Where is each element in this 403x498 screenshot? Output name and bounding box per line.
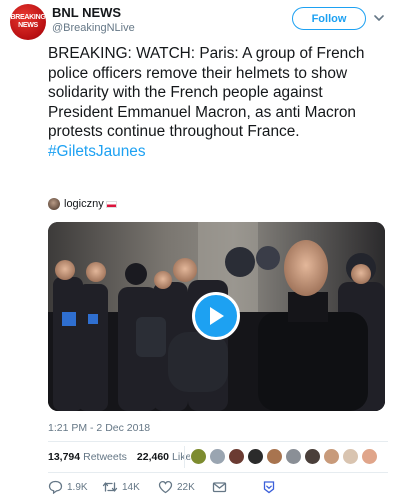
retweet-icon xyxy=(102,482,118,492)
liker-avatar[interactable] xyxy=(285,448,302,465)
hashtag-link[interactable]: #GiletsJaunes xyxy=(48,143,146,160)
liker-avatar[interactable] xyxy=(361,448,378,465)
retweet-action[interactable]: 14K xyxy=(102,480,140,494)
divider xyxy=(48,441,388,442)
reply-action[interactable]: 1.9K xyxy=(48,480,88,494)
tweet-text: BREAKING: WATCH: Paris: A group of Frenc… xyxy=(48,44,388,161)
like-action[interactable]: 22K xyxy=(158,480,195,494)
heart-icon xyxy=(158,480,173,494)
tagged-user-name: logiczny xyxy=(64,198,104,210)
bookmark-icon xyxy=(263,481,275,494)
tweet-actions: 1.9K 14K 22K xyxy=(48,480,388,496)
play-icon xyxy=(210,307,224,325)
tagged-user-avatar xyxy=(48,198,60,210)
retweets-label: Retweets xyxy=(83,451,127,463)
poland-flag-icon xyxy=(105,200,117,208)
divider xyxy=(184,446,185,468)
liker-avatar[interactable] xyxy=(228,448,245,465)
retweets-stat[interactable]: 13,794 Retweets xyxy=(48,451,127,463)
play-button[interactable] xyxy=(192,292,240,340)
like-count: 22K xyxy=(177,481,195,493)
liker-avatar[interactable] xyxy=(209,448,226,465)
avatar-logo-text-1: BREAKING xyxy=(10,14,46,21)
chevron-down-icon[interactable] xyxy=(372,11,386,25)
retweets-count: 13,794 xyxy=(48,451,81,463)
tweet-body: BREAKING: WATCH: Paris: A group of Frenc… xyxy=(48,45,365,140)
liker-avatar[interactable] xyxy=(323,448,340,465)
video-player[interactable] xyxy=(48,222,385,411)
tweet-card: BREAKING NEWS BNL NEWS @BreakingNLive Fo… xyxy=(0,0,403,498)
tweet-timestamp[interactable]: 1:21 PM - 2 Dec 2018 xyxy=(48,422,150,434)
liker-avatar[interactable] xyxy=(266,448,283,465)
message-action[interactable] xyxy=(212,480,231,494)
follow-button[interactable]: Follow xyxy=(292,7,366,30)
tagged-user[interactable]: logiczny xyxy=(48,197,117,211)
likes-count: 22,460 xyxy=(136,451,170,463)
avatar-logo-text-2: NEWS xyxy=(18,22,38,29)
reply-count: 1.9K xyxy=(67,481,88,493)
likes-stat[interactable]: 22,460 Likes xyxy=(137,451,197,463)
tweet-stats: 13,794 Retweets 22,460 Likes xyxy=(48,449,207,465)
account-name[interactable]: BNL NEWS xyxy=(52,5,121,20)
account-handle[interactable]: @BreakingNLive xyxy=(52,22,135,34)
bookmark-action[interactable] xyxy=(262,480,280,494)
retweet-count: 14K xyxy=(122,481,140,493)
reply-icon xyxy=(48,480,63,494)
liker-avatar[interactable] xyxy=(304,448,321,465)
likers-avatars[interactable] xyxy=(190,448,380,465)
mail-icon xyxy=(212,482,227,493)
liker-avatar[interactable] xyxy=(190,448,207,465)
divider xyxy=(48,472,388,473)
liker-avatar[interactable] xyxy=(342,448,359,465)
account-avatar[interactable]: BREAKING NEWS xyxy=(10,4,46,40)
liker-avatar[interactable] xyxy=(247,448,264,465)
